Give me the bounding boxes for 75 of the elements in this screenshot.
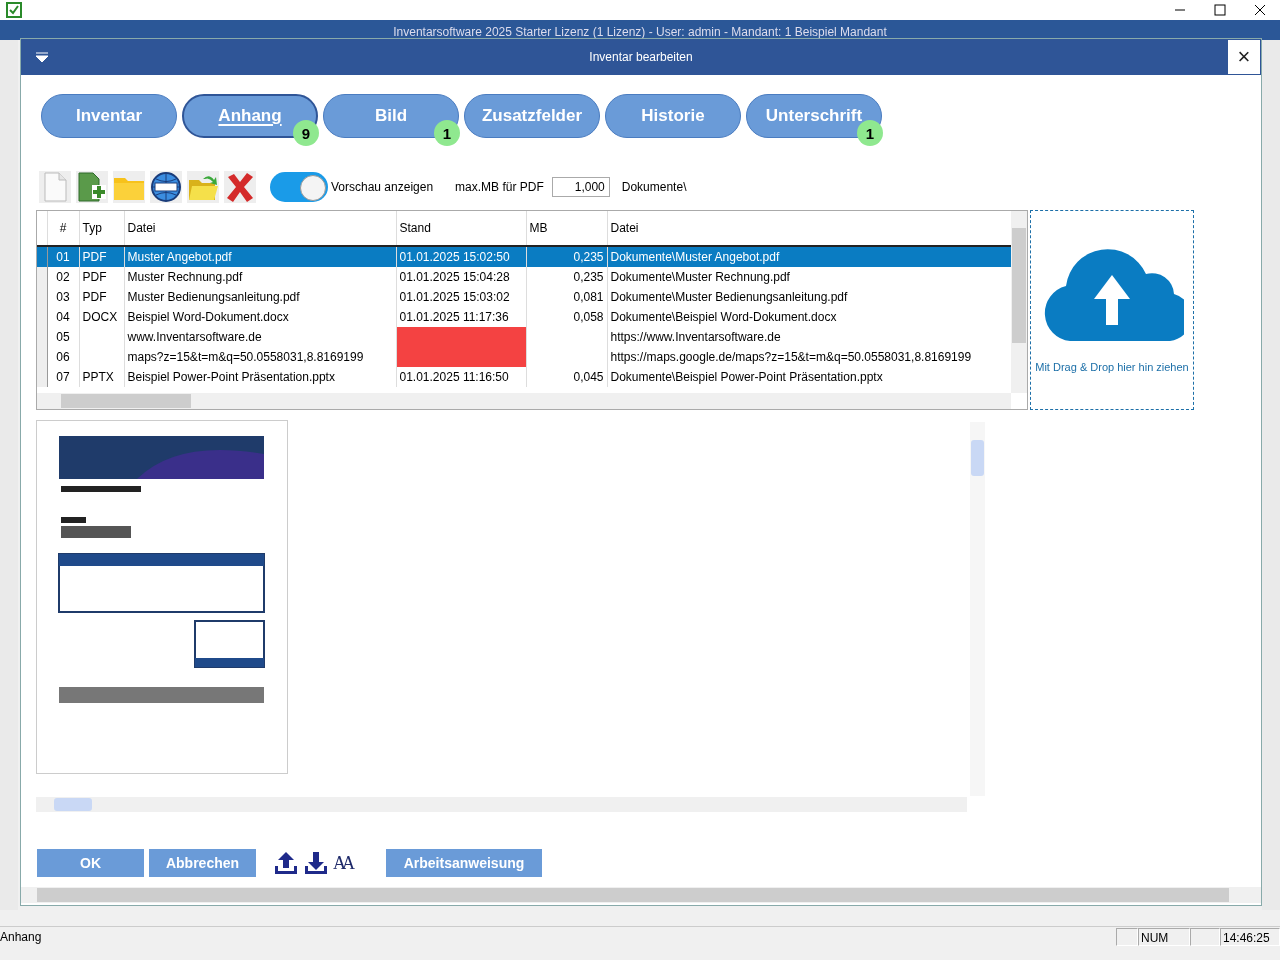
count-badge: 1 (857, 120, 883, 146)
download-icon[interactable] (303, 850, 329, 876)
count-badge: 9 (293, 120, 319, 146)
table-cell: 05 (56, 330, 70, 344)
table-cell: PDF (82, 270, 107, 284)
table-row[interactable]: 07 PPTX Beispiel Power-Point Präsentation.pptx 01.01.2025 11:16:50 0,045 Dokumente\Beispiel Power-Point Präsentation.pptx (37, 367, 1011, 387)
table-cell: 01.01.2025 15:03:02 (399, 290, 510, 304)
dropdown-icon[interactable] (35, 52, 49, 62)
table-cell: Muster Bedienungsanleitung.pdf (127, 290, 300, 304)
scrollbar[interactable] (970, 422, 985, 796)
table-cell: 01.01.2025 11:16:50 (399, 370, 509, 384)
folder-path: Dokumente\ (621, 180, 687, 194)
table-cell: maps?z=15&t=m&q=50.0558031,8.8169199 (127, 350, 364, 364)
table-row[interactable]: 03 PDF Muster Bedienungsanleitung.pdf 01.01.2025 15:03:02 0,081 Dokumente\Muster Bedienungsanleitung.pdf (37, 287, 1011, 307)
table-cell: 0,235 (573, 270, 604, 284)
table-cell: 0,081 (573, 290, 604, 304)
table-row[interactable]: 05 www.Inventarsoftware.de https://www.Inventarsoftware.de (37, 327, 1011, 347)
open-folder-icon[interactable] (187, 171, 219, 203)
dropzone-label: Mit Drag & Drop hier hin ziehen (1035, 361, 1189, 373)
table-cell: 0,045 (573, 370, 604, 384)
table-cell: 0,235 (573, 250, 604, 264)
table-cell: Dokumente\Muster Bedienungsanleitung.pdf (610, 290, 848, 304)
table-cell: 06 (56, 350, 70, 364)
table-cell: 04 (56, 310, 70, 324)
toggle-switch[interactable] (270, 172, 328, 202)
font-size-button[interactable]: AA (333, 852, 351, 874)
globe-icon[interactable] (150, 171, 182, 203)
status-panel (1116, 928, 1138, 946)
field-label: max.MB für PDF (455, 180, 544, 194)
status-panel: NUM (1138, 928, 1190, 946)
maximize-icon[interactable] (1214, 4, 1226, 16)
close-button[interactable]: × (1227, 39, 1261, 75)
input-field[interactable]: 1,000 (551, 177, 610, 197)
table-cell: DOCX (82, 310, 118, 324)
table-cell: 01.01.2025 15:04:28 (399, 270, 510, 284)
table-cell: https://maps.google.de/maps?z=15&t=m&q=50.0558031,8.8169199 (610, 350, 972, 364)
table-cell: www.Inventarsoftware.de (127, 330, 262, 344)
table-cell: PDF (82, 290, 107, 304)
add-document-icon[interactable] (76, 171, 108, 203)
window-title: Inventarsoftware 2025 Starter Lizenz (1 Lizenz) - User: admin - Mandant: 1 Beispiel Mandant (393, 25, 887, 39)
count-badge: 1 (434, 120, 460, 146)
table-cell: PDF (82, 250, 107, 264)
table-cell: Dokumente\Beispiel Power-Point Präsentation.pptx (610, 370, 883, 384)
scrollbar[interactable] (21, 887, 1261, 903)
table-row[interactable]: 02 PDF Muster Rechnung.pdf 01.01.2025 15:04:28 0,235 Dokumente\Muster Rechnung.pdf (37, 267, 1011, 287)
table-row[interactable]: 01 PDF Muster Angebot.pdf 01.01.2025 15:02:50 0,235 Dokumente\Muster Angebot.pdf (37, 246, 1011, 267)
table-cell: 02 (56, 270, 70, 284)
status-message: Anhang (0, 929, 43, 946)
table-cell: Dokumente\Beispiel Word-Dokument.docx (610, 310, 837, 324)
upload-icon[interactable] (273, 850, 299, 876)
status-panel: 14:46:25 (1220, 928, 1280, 946)
scrollbar[interactable] (1011, 211, 1027, 393)
table-cell: Beispiel Power-Point Präsentation.pptx (127, 370, 335, 384)
table-cell: 01.01.2025 11:17:36 (399, 310, 509, 324)
table-cell: Muster Rechnung.pdf (127, 270, 243, 284)
app-icon[interactable] (6, 2, 22, 18)
table-cell: 0,058 (573, 310, 604, 324)
scrollbar[interactable] (36, 797, 967, 812)
toggle-label: Vorschau anzeigen (331, 180, 434, 194)
dialog-title: Inventar bearbeiten (589, 50, 693, 64)
table-cell: Dokumente\Muster Angebot.pdf (610, 250, 780, 264)
table-cell: 01 (56, 250, 70, 264)
scrollbar[interactable] (37, 393, 1011, 409)
close-icon[interactable] (1254, 4, 1266, 16)
table-cell: Dokumente\Muster Rechnung.pdf (610, 270, 790, 284)
table-cell: 07 (56, 370, 70, 384)
table-cell: 03 (56, 290, 70, 304)
delete-icon[interactable] (224, 171, 256, 203)
status-panel (1190, 928, 1220, 946)
table-cell: 01.01.2025 15:02:50 (399, 250, 510, 264)
table-cell: PPTX (82, 370, 114, 384)
table-cell: Muster Angebot.pdf (127, 250, 232, 264)
table-row[interactable]: 06 maps?z=15&t=m&q=50.0558031,8.8169199 https://maps.google.de/maps?z=15&t=m&q=50.0558031,8.8169199 (37, 347, 1011, 367)
table-cell: Beispiel Word-Dokument.docx (127, 310, 289, 324)
table-cell: https://www.Inventarsoftware.de (610, 330, 781, 344)
